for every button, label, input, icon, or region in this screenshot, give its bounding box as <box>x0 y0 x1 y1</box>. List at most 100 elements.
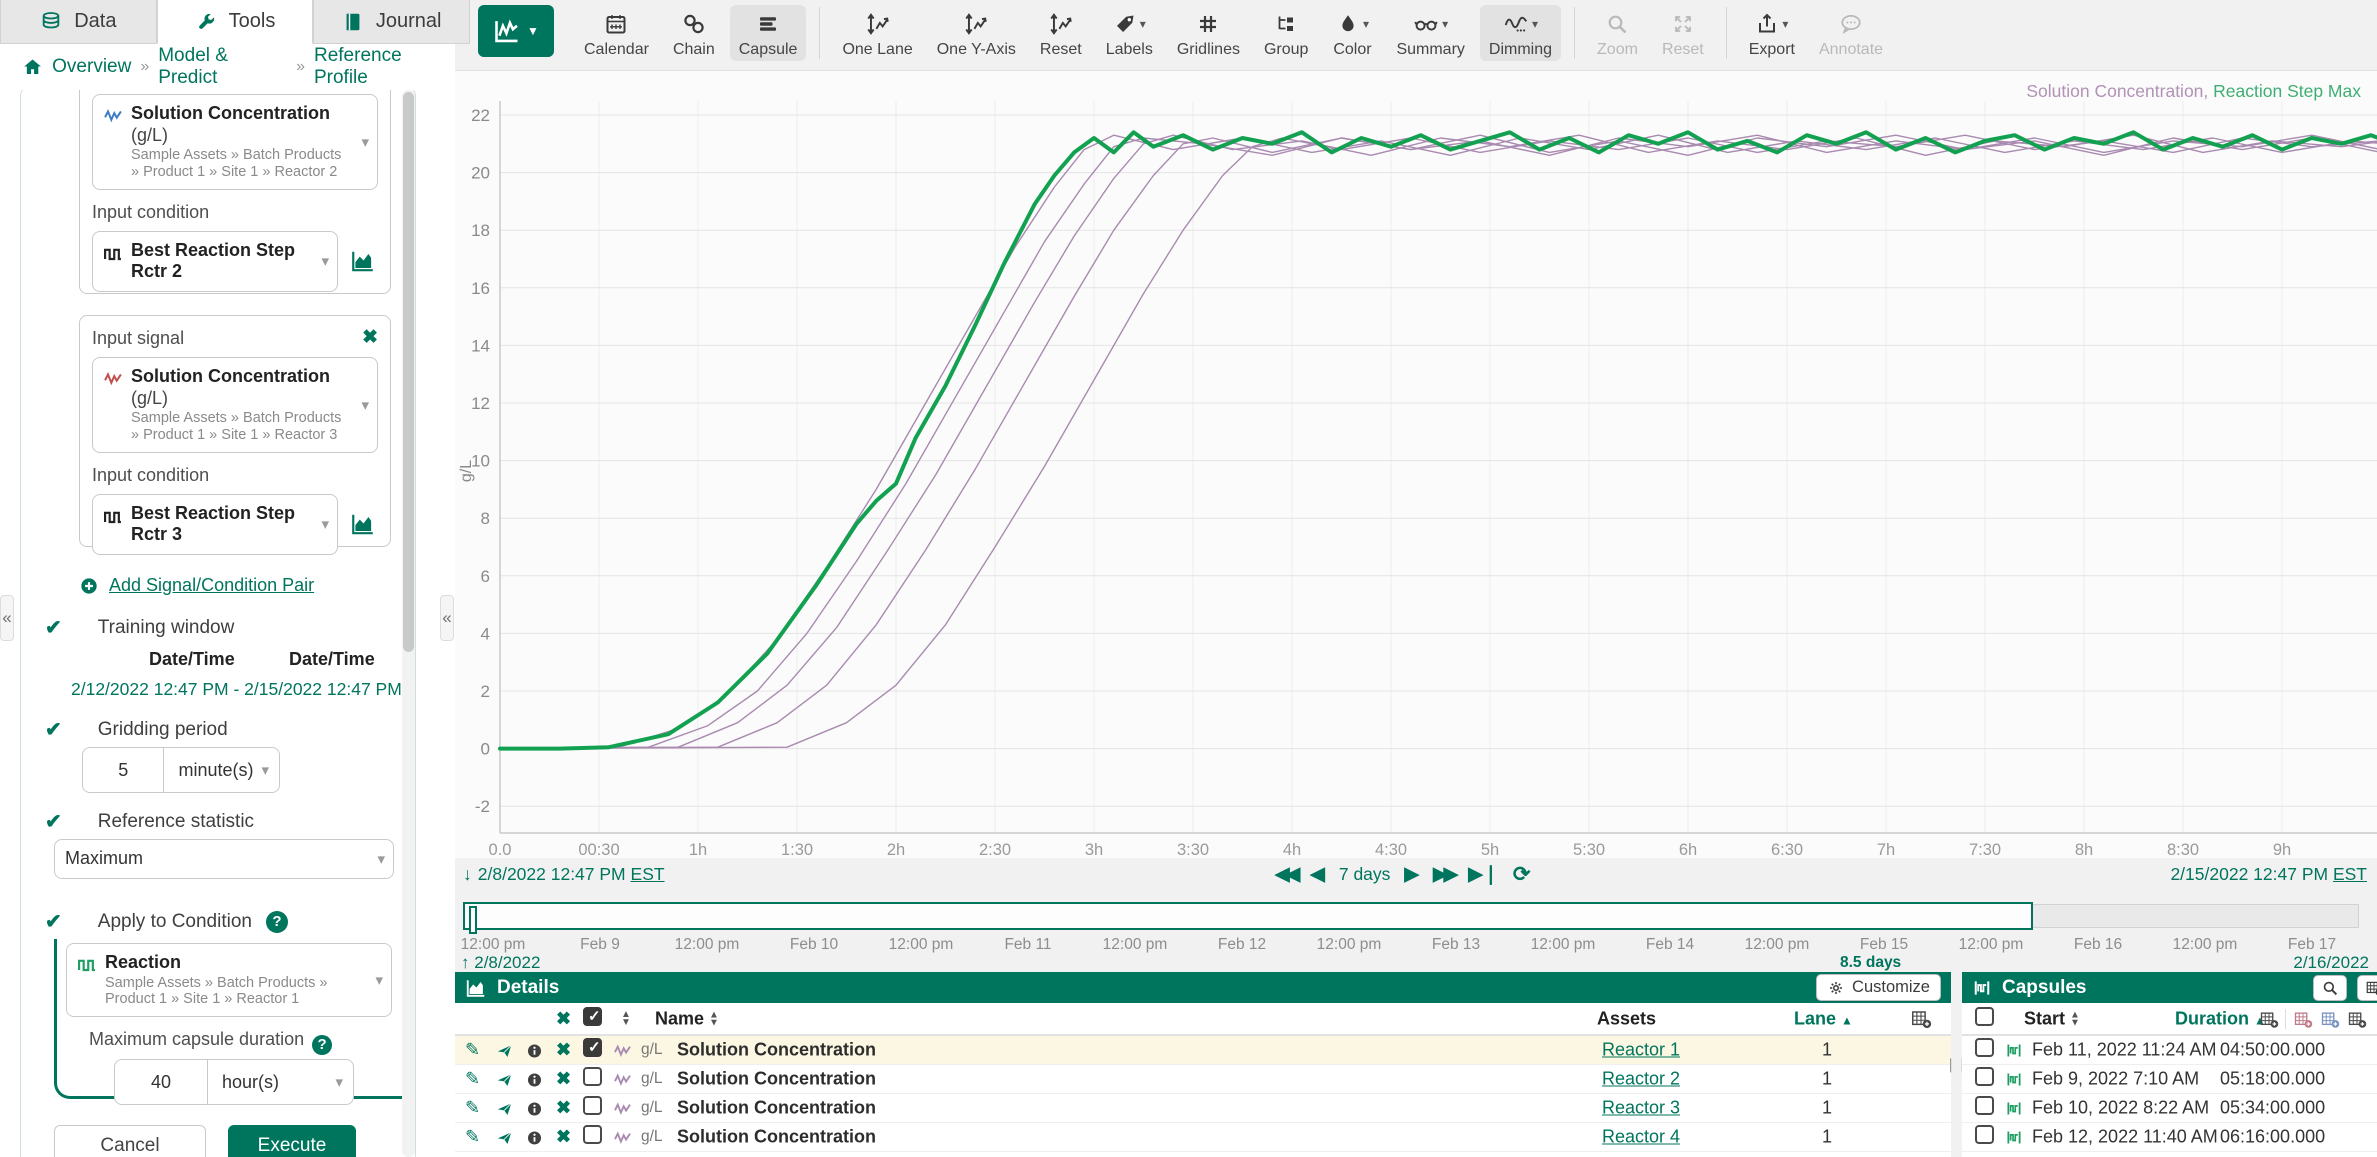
toolbar-button-color[interactable]: ▾Color <box>1323 5 1381 61</box>
gridding-period-value-input[interactable]: 5 <box>83 748 163 792</box>
input-signal-select-1[interactable]: Solution Concentration (g/L) Sample Asse… <box>92 94 378 190</box>
details-row-2[interactable]: ✎ ✖ g/L Solution Concentration Reactor 2… <box>455 1065 1951 1094</box>
collapse-sidebar[interactable]: « <box>440 595 454 641</box>
cancel-button[interactable]: Cancel <box>54 1125 206 1157</box>
step-forward-half-icon[interactable]: ▶ <box>1404 863 1419 886</box>
preview-chart-button[interactable] <box>348 248 378 274</box>
investigate-range-start[interactable]: ↑ 2/8/2022 <box>461 953 540 973</box>
breadcrumb-model-predict[interactable]: Model & Predict <box>158 45 287 89</box>
asset-link[interactable]: Reactor 2 <box>1602 1069 1680 1090</box>
timebar-left-handle[interactable] <box>469 906 477 934</box>
select-all-capsules-checkbox[interactable] <box>1975 1007 1994 1026</box>
sort-icon[interactable]: ▲▼ <box>2070 1011 2080 1027</box>
chart-type-button[interactable]: ▼ <box>478 5 554 57</box>
duration-value-input[interactable]: 40 <box>115 1060 207 1104</box>
breadcrumb-overview[interactable]: Overview <box>52 56 131 78</box>
execute-button[interactable]: Execute <box>228 1125 356 1157</box>
column-assets[interactable]: Assets <box>1597 1008 1656 1029</box>
input-condition-select-1[interactable]: Best Reaction Step Rctr 2 ▾ <box>92 231 338 292</box>
capsule-checkbox[interactable] <box>1975 1125 1994 1144</box>
capsule-checkbox[interactable] <box>1975 1067 1994 1086</box>
column-lane[interactable]: Lane ▲ <box>1794 1008 1853 1029</box>
toolbar-button-dimming[interactable]: ▾Dimming <box>1480 5 1561 61</box>
row-checkbox[interactable] <box>583 1096 602 1115</box>
toolbar-button-export[interactable]: ▾Export <box>1740 5 1804 61</box>
send-icon[interactable] <box>496 1100 513 1117</box>
sort-icon[interactable]: ▲▼ <box>709 1011 719 1027</box>
info-icon[interactable] <box>526 1129 543 1146</box>
tab-data[interactable]: Data <box>0 0 157 44</box>
step-forward-full-icon[interactable]: ▶▶ <box>1433 863 1454 886</box>
apply-condition-select[interactable]: Reaction Sample Assets » Batch Products … <box>66 943 392 1017</box>
row-checkbox[interactable] <box>583 1067 602 1086</box>
tab-tools[interactable]: Tools <box>157 0 314 44</box>
toolbar-button-chain[interactable]: Chain <box>664 5 724 61</box>
refresh-icon[interactable]: ⟳ <box>1513 862 1531 887</box>
capsule-row-1[interactable]: Feb 11, 2022 11:24 AM 04:50:00.000 <box>1962 1036 2377 1065</box>
send-icon[interactable] <box>496 1129 513 1146</box>
capsule-row-3[interactable]: Feb 10, 2022 8:22 AM 05:34:00.000 <box>1962 1094 2377 1123</box>
gridding-period-unit-select[interactable]: minute(s)▾ <box>163 748 279 792</box>
help-icon[interactable]: ? <box>266 911 288 933</box>
details-row-4[interactable]: ✎ ✖ g/L Solution Concentration Reactor 4… <box>455 1123 1951 1152</box>
capsule-checkbox[interactable] <box>1975 1096 1994 1115</box>
edit-icon[interactable]: ✎ <box>465 1040 480 1061</box>
display-range-start[interactable]: ↓2/8/2022 12:47 PM EST <box>463 864 665 885</box>
toolbar-button-one-lane[interactable]: One Lane <box>833 5 921 61</box>
tab-journal[interactable]: Journal <box>313 0 470 44</box>
toolbar-button-calendar[interactable]: Calendar <box>575 5 658 61</box>
breadcrumb-reference-profile[interactable]: Reference Profile <box>314 45 455 89</box>
toolbar-button-reset-axes[interactable]: Reset <box>1031 5 1091 61</box>
capsule-row-2[interactable]: Feb 9, 2022 7:10 AM 05:18:00.000 <box>1962 1065 2377 1094</box>
column-duration[interactable]: Duration ▲ <box>2175 1008 2266 1029</box>
help-icon[interactable]: ? <box>312 1035 332 1055</box>
duration-unit-select[interactable]: hour(s)▾ <box>207 1060 353 1104</box>
collapse-panel-left[interactable]: « <box>0 595 14 641</box>
details-row-3[interactable]: ✎ ✖ g/L Solution Concentration Reactor 3… <box>455 1094 1951 1123</box>
customize-button[interactable]: Customize <box>1816 974 1941 1001</box>
toolbar-button-labels[interactable]: ▾Labels <box>1097 5 1162 61</box>
asset-link[interactable]: Reactor 4 <box>1602 1127 1680 1148</box>
signal-name[interactable]: Solution Concentration <box>677 1127 876 1148</box>
legend-profile[interactable]: Reaction Step Max <box>2213 81 2361 101</box>
capsule-row-4[interactable]: Feb 12, 2022 11:40 AM 06:16:00.000 <box>1962 1123 2377 1152</box>
row-checkbox[interactable] <box>583 1038 602 1057</box>
sidebar-scrollbar[interactable] <box>402 90 415 1157</box>
add-column-icon[interactable] <box>1910 1008 1932 1030</box>
edit-icon[interactable]: ✎ <box>465 1098 480 1119</box>
training-window-range[interactable]: 2/12/2022 12:47 PM - 2/15/2022 12:47 PM <box>71 679 402 700</box>
signal-name[interactable]: Solution Concentration <box>677 1069 876 1090</box>
remove-all-icon[interactable]: ✖ <box>556 1008 571 1029</box>
edit-icon[interactable]: ✎ <box>465 1069 480 1090</box>
add-stat-column-icon[interactable] <box>2293 1009 2313 1029</box>
toolbar-button-group[interactable]: Group <box>1255 5 1317 61</box>
preview-chart-button[interactable] <box>348 511 378 537</box>
add-property-column-icon[interactable] <box>2320 1009 2340 1029</box>
asset-link[interactable]: Reactor 3 <box>1602 1098 1680 1119</box>
input-condition-select-2[interactable]: Best Reaction Step Rctr 3 ▾ <box>92 494 338 555</box>
panel-resize-handle[interactable]: ❘❘ <box>1951 972 1962 1157</box>
timezone-link[interactable]: EST <box>631 864 665 884</box>
display-range-end[interactable]: 2/15/2022 12:47 PM EST <box>2170 864 2367 885</box>
investigate-range-end[interactable]: 2/16/2022 <box>2293 953 2369 973</box>
step-back-half-icon[interactable]: ◀ <box>1310 863 1325 886</box>
info-icon[interactable] <box>526 1071 543 1088</box>
toolbar-button-capsule[interactable]: Capsule <box>730 5 807 61</box>
toolbar-button-gridlines[interactable]: Gridlines <box>1168 5 1249 61</box>
trend-plot[interactable]: -202468101214161820220.000:301h1:302h2:3… <box>455 71 2377 859</box>
step-back-full-icon[interactable]: ◀◀ <box>1275 863 1296 886</box>
select-all-checkbox[interactable] <box>583 1007 602 1026</box>
add-signal-condition-pair-link[interactable]: Add Signal/Condition Pair <box>79 575 314 596</box>
signal-name[interactable]: Solution Concentration <box>677 1098 876 1119</box>
sort-icon[interactable]: ▲▼ <box>621 1011 631 1027</box>
home-icon[interactable] <box>22 56 43 78</box>
asset-link[interactable]: Reactor 1 <box>1602 1040 1680 1061</box>
details-row-1[interactable]: ✎ ✖ g/L Solution Concentration Reactor 1… <box>455 1036 1951 1065</box>
timezone-link[interactable]: EST <box>2333 864 2367 884</box>
remove-icon[interactable]: ✖ <box>556 1069 571 1090</box>
trend-chart[interactable]: -202468101214161820220.000:301h1:302h2:3… <box>455 70 2377 858</box>
toolbar-button-one-y-axis[interactable]: One Y-Axis <box>928 5 1025 61</box>
duration-label[interactable]: 7 days <box>1339 864 1391 885</box>
remove-icon[interactable]: ✖ <box>556 1127 571 1148</box>
send-icon[interactable] <box>496 1071 513 1088</box>
